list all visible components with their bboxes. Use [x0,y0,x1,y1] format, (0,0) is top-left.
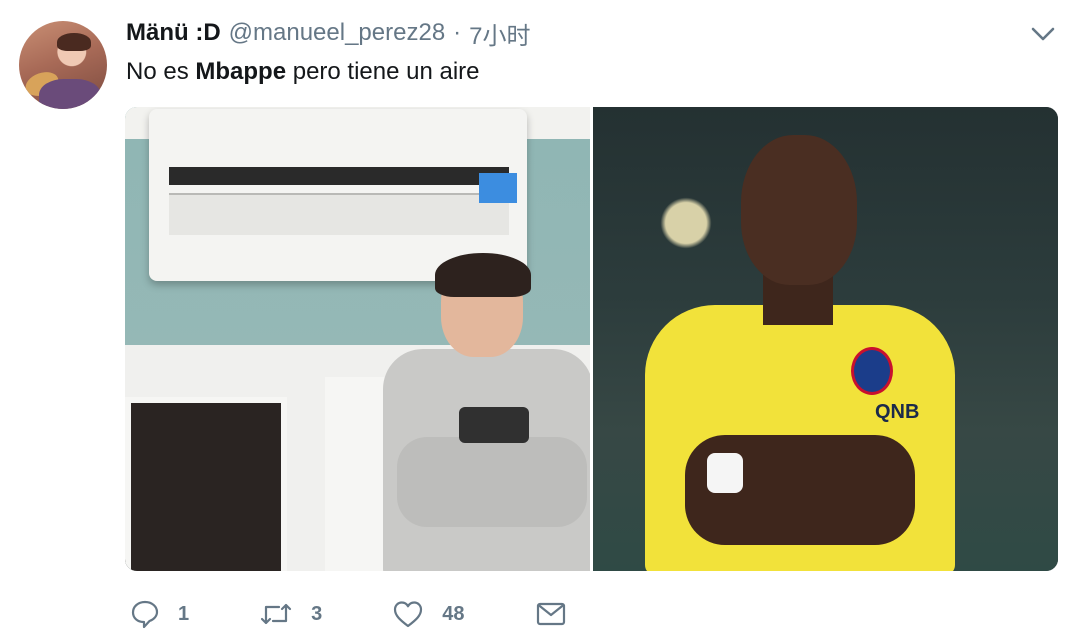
sweater-logo [459,407,529,443]
retweet-button[interactable]: 3 [259,599,322,629]
tweet-media: QNB [125,107,1058,571]
media-image-right[interactable]: QNB [593,107,1058,571]
reply-button[interactable]: 1 [130,599,189,629]
author-handle[interactable]: @manueel_perez28 [229,19,446,47]
header-separator: · [453,19,462,46]
tweet-actions: 1 3 48 [130,596,567,632]
like-count: 48 [442,602,465,625]
reply-icon [130,599,160,629]
tweet-time[interactable]: 7小时 [469,16,530,51]
caret-down-icon[interactable] [1030,24,1056,44]
reply-count: 1 [178,602,190,625]
author-name[interactable]: Mänü :D [126,19,221,47]
avatar-shirt [39,79,101,109]
tweet-text-before: No es [126,58,196,85]
retweet-icon [259,599,293,629]
ac-vent [169,167,509,185]
ac-flap [169,193,509,235]
message-icon [535,600,567,628]
tweet-text-after: pero tiene un aire [286,58,480,85]
person [383,253,590,571]
author-avatar[interactable] [19,21,107,109]
retweet-count: 3 [311,602,323,625]
like-button[interactable]: 48 [392,599,465,629]
dark-window [125,397,287,571]
player-head [741,135,857,285]
like-icon [392,599,424,629]
crossed-arms [397,437,587,527]
jersey-sponsor: QNB [875,401,920,423]
media-image-left[interactable] [125,107,590,571]
avatar-hair [57,33,91,51]
tweet-text-bold: Mbappe [195,58,287,85]
person-hair [435,253,531,297]
tweet-header: Mänü :D @manueel_perez28 · 7小时 [126,16,531,50]
wrist-band [707,453,743,493]
ac-sticker [479,173,517,203]
club-crest [851,347,893,395]
footballer: QNB [645,135,955,571]
tweet-text: No es Mbappe pero tiene un aire [126,56,480,88]
direct-message-button[interactable] [535,600,567,628]
